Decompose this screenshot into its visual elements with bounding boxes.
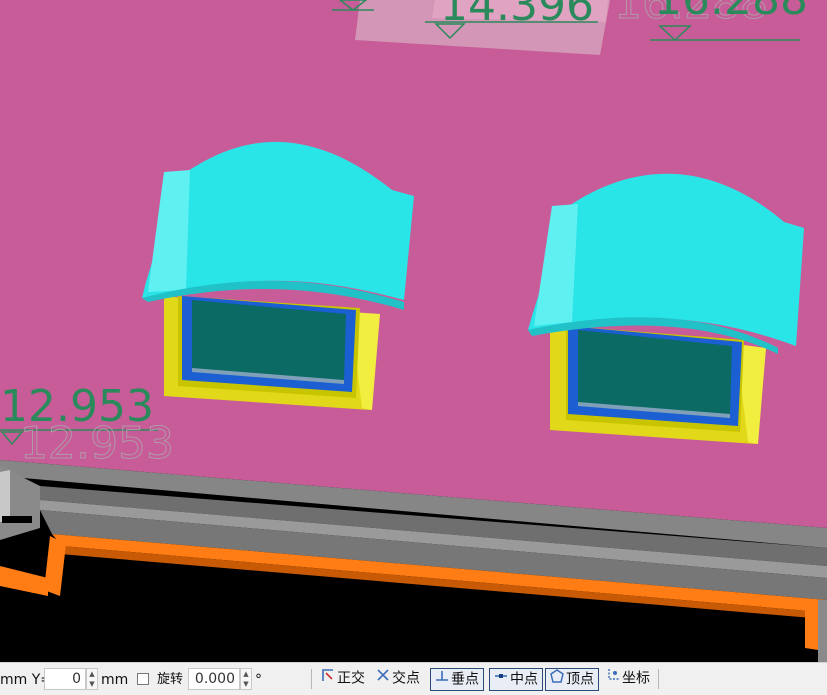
chevron-down-icon[interactable]: ▼ (87, 679, 97, 689)
separator (311, 669, 312, 689)
chevron-down-icon[interactable]: ▼ (241, 679, 251, 689)
eave-trim-right-drop (805, 604, 818, 650)
snap-ortho-toggle[interactable]: 正交 (317, 668, 369, 691)
snap-coordinate-label: 坐标 (622, 670, 650, 687)
intersection-icon (374, 668, 392, 689)
elevation-label-top-center[interactable]: 14.396 (440, 0, 594, 31)
perpendicular-icon (433, 669, 451, 690)
vertex-icon (548, 669, 566, 690)
ortho-icon (319, 668, 337, 689)
eave-right-block (818, 600, 827, 662)
rotate-angle-input[interactable]: 0.000 (188, 668, 240, 690)
rotate-unit-label: ° (255, 672, 262, 688)
building-model-view[interactable] (0, 0, 827, 662)
y-coordinate-stepper[interactable]: ▲ ▼ (86, 668, 98, 690)
separator (658, 669, 659, 689)
snap-coordinate-toggle[interactable]: 坐标 (602, 668, 654, 691)
snap-perpendicular-toggle[interactable]: 垂点 (430, 668, 484, 691)
snap-midpoint-label: 中点 (510, 671, 538, 688)
elevation-label-top-right[interactable]: 16.288 (654, 0, 808, 25)
dormer-left[interactable] (142, 141, 414, 410)
y-coordinate-input[interactable]: 0 (44, 668, 86, 690)
midpoint-icon (492, 669, 510, 690)
3d-viewport[interactable]: 12.953 12.953 14.396 16.288 16.288 (0, 0, 827, 662)
rotate-label: 旋转 (157, 672, 184, 687)
rotate-angle-stepper[interactable]: ▲ ▼ (240, 668, 252, 690)
snap-perpendicular-label: 垂点 (451, 671, 479, 688)
chevron-up-icon[interactable]: ▲ (87, 669, 97, 679)
snap-ortho-label: 正交 (337, 670, 365, 687)
dormer-left-glass (192, 300, 346, 382)
snap-vertex-label: 顶点 (566, 671, 594, 688)
snap-vertex-toggle[interactable]: 顶点 (545, 668, 599, 691)
y-unit-label: mm (101, 672, 129, 688)
elevation-label-left[interactable]: 12.953 (0, 381, 154, 432)
snap-intersection-toggle[interactable]: 交点 (372, 668, 424, 691)
cornice-shadow (2, 516, 32, 523)
coordinate-icon (604, 668, 622, 689)
rotate-checkbox[interactable] (137, 673, 149, 685)
status-bar: mm Y= 0 ▲ ▼ mm 旋转 0.000 ▲ ▼ ° 正交 交点 垂点 中… (0, 662, 827, 695)
snap-midpoint-toggle[interactable]: 中点 (489, 668, 543, 691)
snap-intersection-label: 交点 (392, 670, 420, 687)
cornice-left-highlight (0, 470, 10, 522)
chevron-up-icon[interactable]: ▲ (241, 669, 251, 679)
